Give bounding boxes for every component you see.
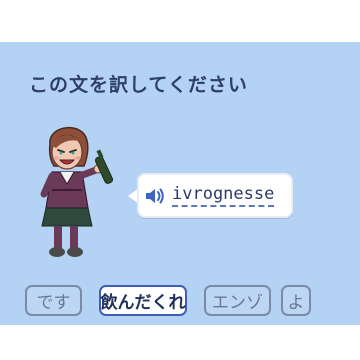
choice-button-yo[interactable]: よ xyxy=(281,285,311,316)
choice-label: エンゾ xyxy=(212,293,263,313)
choice-button-desu[interactable]: です xyxy=(25,285,82,316)
choice-button-enzo[interactable]: エンゾ xyxy=(204,285,271,316)
choice-label: 飲んだくれ xyxy=(100,293,186,313)
word-to-translate[interactable]: ivrognesse xyxy=(172,184,275,207)
choice-label: よ xyxy=(287,293,305,313)
character-illustration xyxy=(40,126,114,257)
speaker-icon[interactable] xyxy=(144,186,166,206)
choice-label: です xyxy=(36,293,71,313)
exercise-prompt: この文を訳してください xyxy=(29,74,248,96)
choice-button-nondakure[interactable]: 飲んだくれ xyxy=(99,285,187,316)
